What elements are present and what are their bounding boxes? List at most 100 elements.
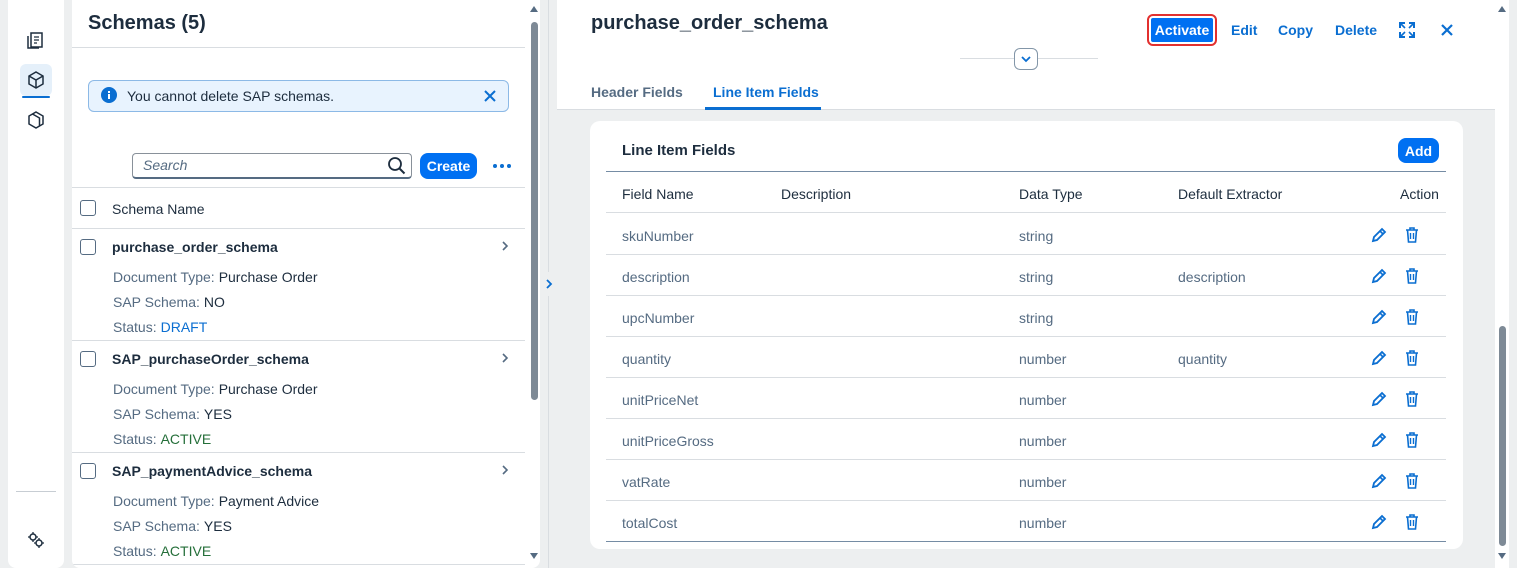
fullscreen-icon[interactable] (1398, 21, 1416, 39)
line-item-fields-card: Line Item Fields Add Field Name Descript… (590, 121, 1463, 549)
status-badge: ACTIVE (160, 431, 212, 447)
edit-icon[interactable] (1370, 513, 1388, 536)
field-name-cell: vatRate (622, 474, 671, 490)
delete-icon[interactable] (1403, 267, 1421, 290)
tab-header-fields[interactable]: Header Fields (591, 84, 683, 100)
schema-list-panel: Schemas (5) You cannot delete SAP schema… (72, 0, 540, 568)
info-message-text: You cannot delete SAP schemas. (127, 88, 335, 104)
create-button[interactable]: Create (420, 153, 477, 179)
add-button[interactable]: Add (1398, 138, 1439, 163)
sap-schema: SAP Schema: YES (113, 518, 232, 534)
delete-icon[interactable] (1403, 308, 1421, 331)
page-title: purchase_order_schema (591, 12, 828, 34)
documents-icon[interactable] (20, 24, 52, 56)
column-header: Field Name (622, 186, 694, 202)
info-icon (101, 86, 117, 106)
scroll-up-icon[interactable] (530, 6, 538, 12)
detail-header: purchase_order_schema Activate Edit Copy… (557, 0, 1495, 110)
data-type-cell: string (1019, 269, 1054, 285)
field-name-cell: totalCost (622, 515, 678, 531)
delete-icon[interactable] (1403, 390, 1421, 413)
schema-name: SAP_paymentAdvice_schema (112, 463, 312, 479)
table-row[interactable]: totalCost number (606, 501, 1446, 542)
tab-line-item-fields[interactable]: Line Item Fields (713, 84, 819, 100)
select-all-checkbox[interactable] (80, 200, 96, 216)
panel-splitter[interactable] (540, 0, 557, 568)
edit-button[interactable]: Edit (1231, 22, 1257, 38)
selected-tab-indicator (705, 107, 821, 110)
delete-icon[interactable] (1403, 226, 1421, 249)
edit-icon[interactable] (1370, 472, 1388, 495)
close-icon[interactable] (482, 88, 498, 104)
column-header: Data Type (1019, 186, 1083, 202)
scrollbar-thumb[interactable] (531, 22, 538, 400)
field-name-cell: unitPriceGross (622, 433, 714, 449)
field-name-cell: description (622, 269, 690, 285)
schema-icon[interactable] (20, 64, 52, 98)
template-icon[interactable] (20, 104, 52, 136)
more-options-icon[interactable] (490, 153, 514, 179)
expand-right-icon[interactable] (541, 272, 556, 296)
list-item[interactable]: purchase_order_schema Document Type: Purc… (72, 229, 525, 341)
edit-icon[interactable] (1370, 267, 1388, 290)
scroll-down-icon[interactable] (530, 553, 538, 559)
chevron-right-icon[interactable] (500, 463, 510, 482)
status-badge: DRAFT (160, 319, 208, 335)
chevron-down-icon[interactable] (1014, 48, 1038, 70)
table-row[interactable]: description string description (606, 255, 1446, 296)
copy-button[interactable]: Copy (1278, 22, 1313, 38)
document-type: Document Type: Purchase Order (113, 381, 318, 397)
close-icon[interactable] (1438, 21, 1456, 39)
delete-button[interactable]: Delete (1335, 22, 1377, 38)
field-name-cell: quantity (622, 351, 672, 367)
table-row[interactable]: vatRate number (606, 460, 1446, 501)
chevron-right-icon[interactable] (500, 351, 510, 370)
edit-icon[interactable] (1370, 226, 1388, 249)
edit-icon[interactable] (1370, 308, 1388, 331)
delete-icon[interactable] (1403, 472, 1421, 495)
table-row[interactable]: upcNumber string (606, 296, 1446, 337)
edit-icon[interactable] (1370, 390, 1388, 413)
data-type-cell: number (1019, 351, 1067, 367)
delete-icon[interactable] (1403, 431, 1421, 454)
document-type: Document Type: Purchase Order (113, 269, 318, 285)
data-type-cell: number (1019, 474, 1067, 490)
edit-icon[interactable] (1370, 349, 1388, 372)
schema-name: SAP_purchaseOrder_schema (112, 351, 309, 367)
field-name-cell: unitPriceNet (622, 392, 699, 408)
document-type: Document Type: Payment Advice (113, 493, 320, 509)
edit-icon[interactable] (1370, 431, 1388, 454)
status: Status: DRAFT (113, 319, 208, 335)
scrollbar-thumb[interactable] (1499, 326, 1506, 546)
column-header: Description (781, 186, 852, 202)
search-field[interactable] (132, 153, 412, 179)
delete-icon[interactable] (1403, 513, 1421, 536)
list-item[interactable]: SAP_paymentAdvice_schema Document Type: P… (72, 453, 525, 565)
status: Status: ACTIVE (113, 431, 212, 447)
list-item[interactable]: SAP_purchaseOrder_schema Document Type: P… (72, 341, 525, 453)
scroll-up-icon[interactable] (1498, 6, 1506, 12)
detail-scrollbar[interactable] (1495, 0, 1509, 568)
status-badge: ACTIVE (160, 543, 212, 559)
scroll-down-icon[interactable] (1498, 553, 1506, 559)
row-checkbox[interactable] (80, 351, 96, 367)
table-row[interactable]: quantity number quantity (606, 337, 1446, 378)
list-column-header: Schema Name (72, 187, 525, 229)
table-row[interactable]: unitPriceGross number (606, 419, 1446, 460)
column-header: Action (1400, 186, 1439, 202)
status: Status: ACTIVE (113, 543, 212, 559)
table-row[interactable]: skuNumber string (606, 214, 1446, 255)
chevron-right-icon[interactable] (500, 239, 510, 258)
table-row[interactable]: unitPriceNet number (606, 378, 1446, 419)
activate-button[interactable]: Activate (1147, 14, 1217, 46)
search-input[interactable] (143, 157, 373, 173)
list-scrollbar[interactable] (528, 0, 540, 568)
row-checkbox[interactable] (80, 239, 96, 255)
search-icon[interactable] (387, 156, 407, 181)
settings-icon[interactable] (20, 524, 52, 556)
data-type-cell: number (1019, 392, 1067, 408)
delete-icon[interactable] (1403, 349, 1421, 372)
table-header: Field Name Description Data Type Default… (606, 171, 1446, 213)
default-extractor-cell: description (1178, 269, 1246, 285)
row-checkbox[interactable] (80, 463, 96, 479)
